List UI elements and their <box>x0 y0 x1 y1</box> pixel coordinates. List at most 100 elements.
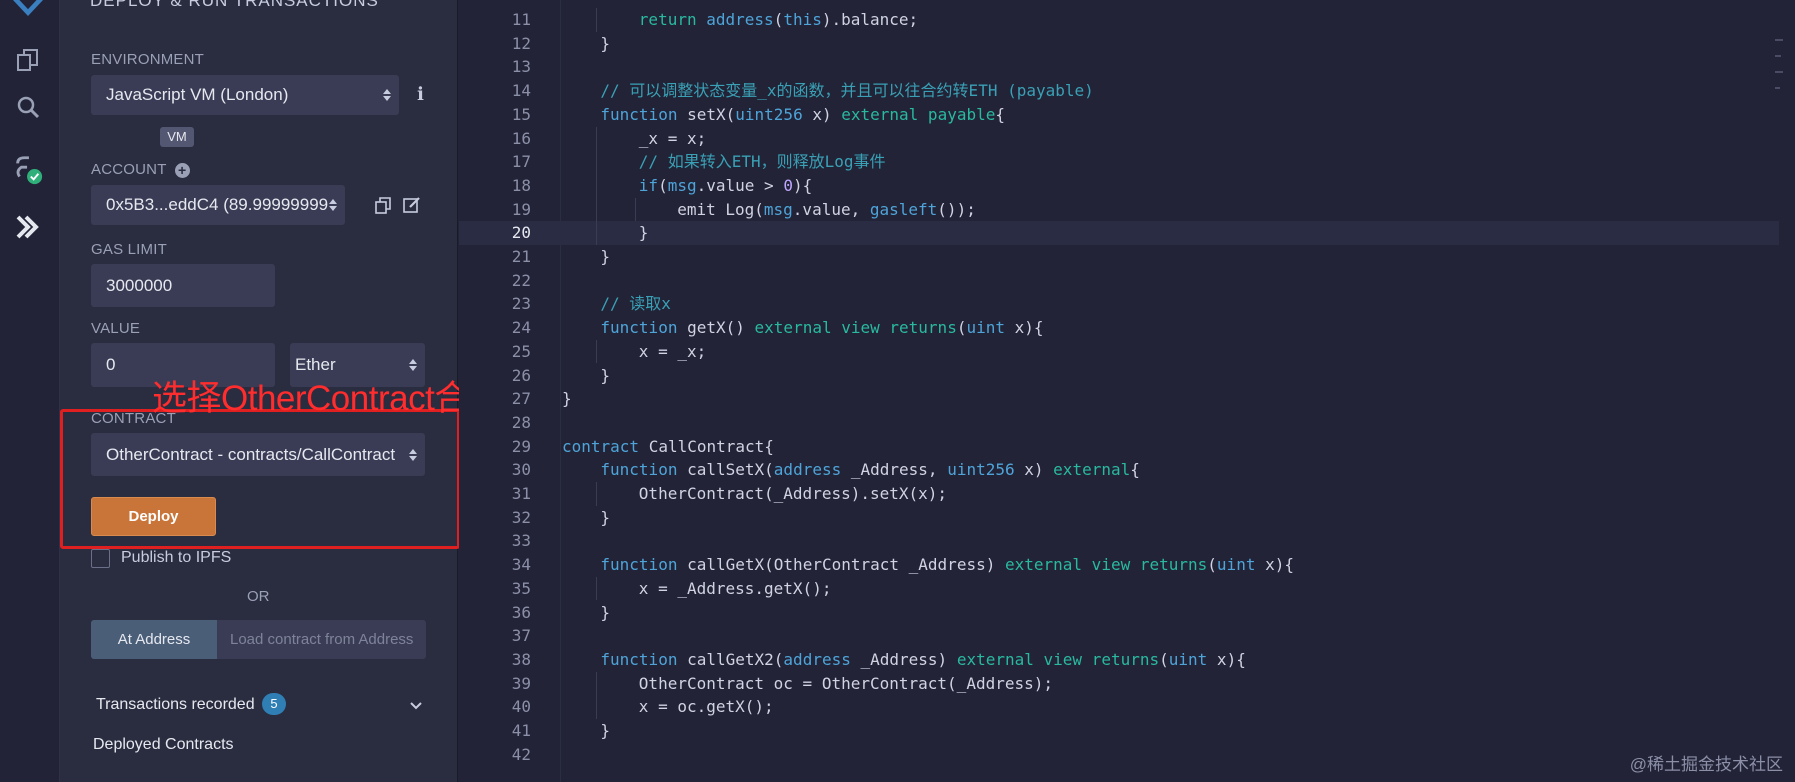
line-number: 18 <box>511 175 531 195</box>
account-select[interactable]: 0x5B3...eddC4 (89.99999999 <box>91 185 345 225</box>
code-line[interactable]: 15 function setX(uint256 x) external paya… <box>459 103 1779 127</box>
code-line[interactable]: 38 function callGetX2(address _Address) e… <box>459 648 1779 672</box>
code-line[interactable]: 11 return address(this).balance; <box>459 8 1779 32</box>
line-number: 19 <box>511 199 531 219</box>
line-number: 30 <box>511 460 531 480</box>
code-text: function callGetX(OtherContract _Address… <box>600 555 1294 575</box>
code-line[interactable]: 28 <box>459 411 1779 435</box>
code-text: } <box>600 33 611 53</box>
line-number: 31 <box>511 484 531 503</box>
code-line[interactable]: 25 x = _x; <box>459 339 1779 364</box>
copy-icon[interactable] <box>375 197 392 219</box>
code-line[interactable]: 42 <box>459 743 1779 767</box>
code-line[interactable]: 17 // 如果转入ETH，则释放Log事件 <box>459 150 1779 174</box>
code-line[interactable]: 22 <box>459 269 1779 293</box>
code-line[interactable]: 29 contract CallContract{ <box>459 435 1779 459</box>
code-text: } <box>600 365 611 385</box>
line-number: 16 <box>511 128 531 148</box>
file-explorer-icon[interactable] <box>12 44 44 76</box>
or-divider: OR <box>247 588 270 605</box>
code-line[interactable]: 19 emit Log(msg.value, gasleft()); <box>459 197 1779 222</box>
code-text: function callGetX2(address _Address) ext… <box>600 649 1246 669</box>
info-icon[interactable]: ℹ <box>417 84 424 105</box>
deploy-run-icon[interactable] <box>12 211 44 243</box>
gas-limit-input[interactable]: 3000000 <box>91 264 275 307</box>
annotation-highlight-box <box>60 409 460 549</box>
code-line[interactable]: 35 x = _Address.getX(); <box>459 576 1779 601</box>
code-line[interactable]: 21} <box>459 245 1779 269</box>
code-line[interactable]: 39 OtherContract oc = OtherContract(_Addr… <box>459 671 1779 696</box>
code-text: // 如果转入ETH，则释放Log事件 <box>638 152 886 172</box>
code-line[interactable]: 30 function callSetX(address _Address, ui… <box>459 458 1779 482</box>
line-number: 38 <box>511 649 531 669</box>
code-line[interactable]: 20} <box>459 221 1779 245</box>
line-number: 13 <box>511 57 531 77</box>
search-icon[interactable] <box>12 91 44 123</box>
code-text: } <box>600 247 611 266</box>
code-text: x = _x; <box>638 341 707 361</box>
code-line[interactable]: 27} <box>459 387 1779 411</box>
line-number: 14 <box>511 81 531 101</box>
line-number: 12 <box>511 33 531 53</box>
line-number: 20 <box>511 223 531 243</box>
remix-logo-icon[interactable] <box>12 0 44 22</box>
indent-guide <box>596 482 598 506</box>
compiler-check-icon[interactable] <box>12 154 44 186</box>
line-number: 40 <box>511 697 531 717</box>
line-number: 25 <box>511 341 531 361</box>
code-line[interactable]: 24 function getX() external view returns(… <box>459 316 1779 340</box>
code-line[interactable]: 36} <box>459 601 1779 625</box>
code-text: x = oc.getX(); <box>638 697 774 717</box>
indent-guide <box>596 695 598 719</box>
environment-value: JavaScript VM (London) <box>106 85 289 104</box>
at-address-button[interactable]: At Address <box>91 620 217 659</box>
line-number: 28 <box>511 412 531 432</box>
code-line[interactable]: 16 _x = x; <box>459 126 1779 151</box>
line-number: 29 <box>511 436 531 456</box>
publish-ipfs-checkbox[interactable] <box>91 549 110 568</box>
edit-icon[interactable] <box>403 196 421 219</box>
account-label: ACCOUNT + <box>91 161 190 178</box>
code-line[interactable]: 26} <box>459 364 1779 388</box>
icon-rail <box>0 0 60 782</box>
add-account-icon[interactable]: + <box>174 163 190 178</box>
code-text: } <box>562 389 572 409</box>
panel-title: DEPLOY & RUN TRANSACTIONS <box>90 0 379 10</box>
code-line[interactable]: 13 <box>459 55 1779 79</box>
code-line[interactable]: 37 <box>459 624 1779 648</box>
code-text: _x = x; <box>638 128 707 148</box>
code-line[interactable]: 18 if(msg.value > 0){ <box>459 173 1779 198</box>
line-number: 34 <box>511 555 531 575</box>
chevron-down-icon[interactable] <box>410 697 422 713</box>
code-text: } <box>600 721 611 740</box>
code-line[interactable]: 32} <box>459 506 1779 530</box>
indent-guide <box>596 173 598 198</box>
load-contract-address-input[interactable]: Load contract from Address <box>217 620 426 659</box>
code-line[interactable]: 23 // 读取x <box>459 292 1779 316</box>
line-number: 39 <box>511 673 531 693</box>
code-line[interactable]: 12} <box>459 32 1779 56</box>
environment-label: ENVIRONMENT <box>91 51 205 68</box>
code-text: // 读取x <box>600 294 671 314</box>
environment-select[interactable]: JavaScript VM (London) <box>91 75 399 115</box>
indent-guide <box>634 197 636 222</box>
code-line[interactable]: 14 // 可以调整状态变量_x的函数，并且可以往合约转ETH (payable) <box>459 79 1779 103</box>
code-line[interactable]: 33 <box>459 529 1779 553</box>
line-number: 42 <box>511 744 531 764</box>
code-line[interactable]: 40 x = oc.getX(); <box>459 695 1779 719</box>
code-line[interactable]: 41} <box>459 719 1779 743</box>
code-text: x = _Address.getX(); <box>638 578 832 598</box>
line-number: 21 <box>511 247 531 266</box>
transactions-recorded-label[interactable]: Transactions recorded <box>96 696 255 714</box>
code-text: if(msg.value > 0){ <box>638 175 813 195</box>
code-line[interactable]: 34 function callGetX(OtherContract _Addre… <box>459 553 1779 577</box>
line-number: 17 <box>511 152 531 172</box>
value-label: VALUE <box>91 320 141 337</box>
code-line[interactable]: 31 OtherContract(_Address).setX(x); <box>459 482 1779 506</box>
account-value: 0x5B3...eddC4 (89.99999999 <box>106 195 329 214</box>
code-text: } <box>600 602 611 622</box>
code-text: emit Log(msg.value, gasleft()); <box>677 199 976 219</box>
code-text: return address(this).balance; <box>638 10 919 29</box>
code-editor[interactable]: 11 return address(this).balance; 12} 13 14//… <box>459 0 1795 782</box>
minimap <box>1771 0 1785 160</box>
